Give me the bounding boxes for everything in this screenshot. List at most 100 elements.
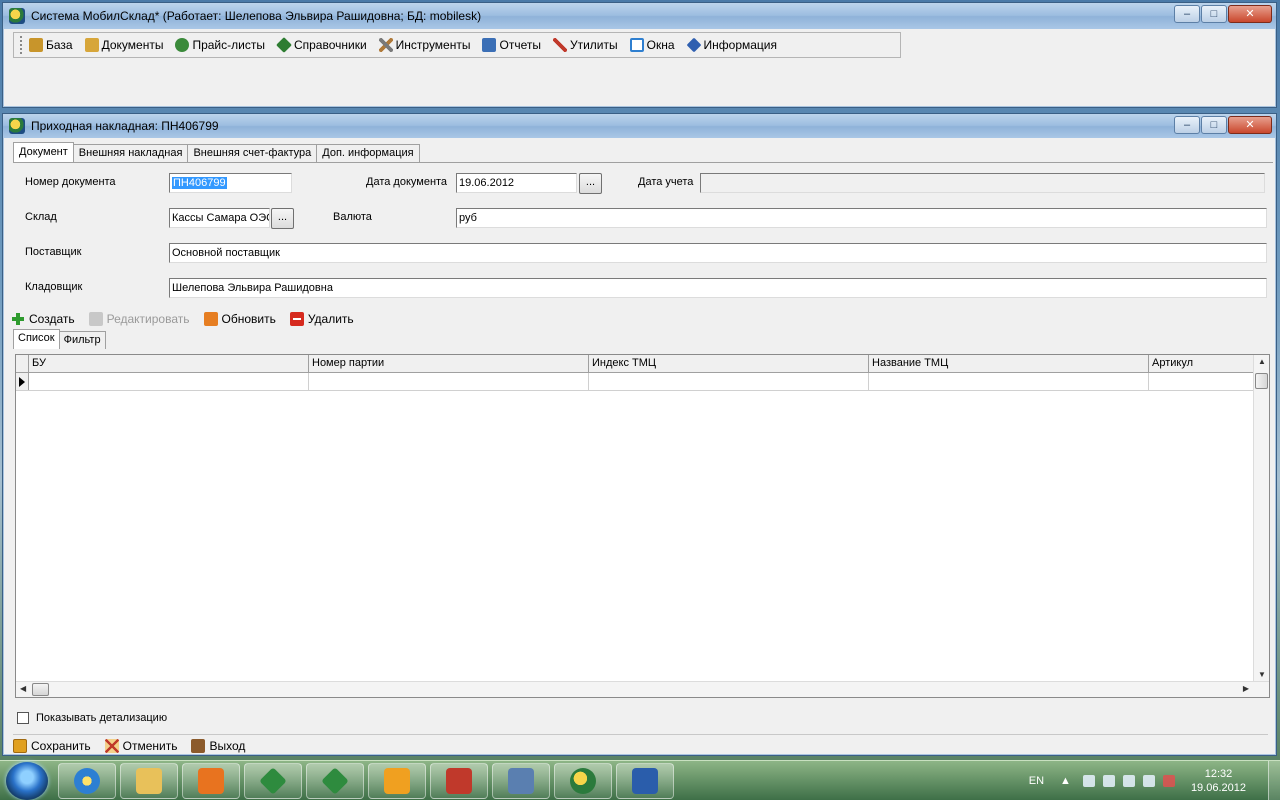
tab-external-account-invoice[interactable]: Внешняя счет-фактура <box>187 144 318 163</box>
minimize-button[interactable]: – <box>1174 116 1200 134</box>
menu-item-utilities[interactable]: Утилиты <box>552 38 618 52</box>
delete-button[interactable]: Удалить <box>289 312 354 326</box>
main-window-titlebar[interactable]: Система МобилСклад* (Работает: Шелепова … <box>3 3 1276 29</box>
doc-number-field[interactable]: ПН406799 <box>169 173 292 193</box>
supplier-label: Поставщик <box>25 246 82 258</box>
scroll-down-icon[interactable]: ▼ <box>1258 670 1266 679</box>
taskbar-app-solitaire[interactable] <box>430 762 488 799</box>
account-date-field[interactable] <box>700 173 1265 193</box>
scroll-up-icon[interactable]: ▲ <box>1258 357 1266 366</box>
menu-item-information[interactable]: Информация <box>686 37 777 53</box>
refresh-button[interactable]: Обновить <box>203 312 276 326</box>
maximize-button[interactable]: □ <box>1201 116 1227 134</box>
grid-cell[interactable] <box>869 373 1149 390</box>
close-button[interactable]: ✕ <box>1228 5 1272 23</box>
grid-cell[interactable] <box>29 373 309 390</box>
grid-col-item-name[interactable]: Название ТМЦ <box>869 355 1149 372</box>
cancel-button[interactable]: Отменить <box>104 738 177 753</box>
grid-col-article[interactable]: Артикул <box>1149 355 1269 372</box>
save-button[interactable]: Сохранить <box>13 738 91 753</box>
table-row[interactable] <box>16 373 1269 391</box>
grid-horizontal-scrollbar[interactable]: ◀ ▶ <box>16 681 1269 697</box>
grid-cell[interactable] <box>309 373 589 390</box>
minimize-button[interactable]: – <box>1174 5 1200 23</box>
tab-external-invoice[interactable]: Внешняя накладная <box>72 144 189 163</box>
currency-field[interactable]: руб <box>456 208 1267 228</box>
grid-col-bu[interactable]: БУ <box>29 355 309 372</box>
volume-icon[interactable] <box>1122 775 1135 787</box>
tab-filter[interactable]: Фильтр <box>58 331 106 349</box>
cancel-icon <box>104 738 119 753</box>
show-detail-option[interactable]: Показывать детализацию <box>17 712 167 724</box>
menu-item-reports[interactable]: Отчеты <box>482 38 541 52</box>
currency-label: Валюта <box>333 211 372 223</box>
menu-item-windows[interactable]: Окна <box>629 38 675 52</box>
menu-item-baza[interactable]: База <box>29 38 73 52</box>
show-detail-checkbox[interactable] <box>17 712 29 724</box>
network-icon[interactable] <box>1082 775 1095 787</box>
tab-document[interactable]: Документ <box>13 142 74 163</box>
menu-item-documents[interactable]: Документы <box>84 38 164 52</box>
reports-icon <box>482 38 497 52</box>
action-center-icon[interactable] <box>1162 775 1175 787</box>
scroll-left-icon[interactable]: ◀ <box>20 684 26 693</box>
display-icon[interactable] <box>1142 775 1155 787</box>
menu-label: Документы <box>101 38 164 52</box>
taskbar-app-window-2[interactable] <box>306 762 364 799</box>
tab-list[interactable]: Список <box>13 329 60 349</box>
menu-item-tools[interactable]: Инструменты <box>378 38 471 52</box>
taskbar-app-tool[interactable] <box>492 762 550 799</box>
close-button[interactable]: ✕ <box>1228 116 1272 134</box>
refresh-icon <box>203 312 218 326</box>
grid-cell[interactable] <box>589 373 869 390</box>
storekeeper-field[interactable]: Шелепова Эльвира Рашидовна <box>169 278 1267 298</box>
price-list-icon <box>175 38 190 52</box>
grid-col-batch-number[interactable]: Номер партии <box>309 355 589 372</box>
menu-item-price-lists[interactable]: Прайс-листы <box>175 38 265 52</box>
main-menubar: База Документы Прайс-листы Справочники И… <box>13 32 901 58</box>
show-desktop-button[interactable] <box>1268 761 1280 800</box>
tray-expand-icon[interactable]: ▲ <box>1060 775 1071 787</box>
taskbar-app-media-player[interactable] <box>182 762 240 799</box>
grid-vertical-scrollbar[interactable]: ▲ ▼ <box>1253 355 1269 681</box>
horizontal-scroll-thumb[interactable] <box>32 683 49 696</box>
doc-date-label: Дата документа <box>366 176 448 188</box>
invoice-window-titlebar[interactable]: Приходная накладная: ПН406799 – □ ✕ <box>3 114 1276 138</box>
outlook-icon <box>384 767 410 794</box>
doc-date-picker-button[interactable]: ... <box>579 173 602 194</box>
database-icon <box>29 38 43 52</box>
taskbar-app-window-1[interactable] <box>244 762 302 799</box>
taskbar: EN ▲ 12:32 19.06.2012 <box>0 760 1280 800</box>
taskbar-app-outlook[interactable] <box>368 762 426 799</box>
clock-time: 12:32 <box>1204 768 1233 780</box>
tools-icon <box>378 38 393 52</box>
clock[interactable]: 12:32 19.06.2012 <box>1191 767 1246 795</box>
taskbar-app-word[interactable] <box>616 762 674 799</box>
warehouse-field[interactable]: Кассы Самара ОЭС <box>169 208 270 228</box>
utilities-icon <box>552 38 567 52</box>
create-button[interactable]: Создать <box>11 312 75 326</box>
taskbar-app-explorer[interactable] <box>120 762 178 799</box>
grid-col-item-index[interactable]: Индекс ТМЦ <box>589 355 869 372</box>
exit-button[interactable]: Выход <box>191 738 245 753</box>
vertical-scroll-thumb[interactable] <box>1255 373 1268 389</box>
language-indicator[interactable]: EN <box>1029 775 1044 787</box>
supplier-field[interactable]: Основной поставщик <box>169 243 1267 263</box>
taskbar-app-ie[interactable] <box>58 762 116 799</box>
device-icon[interactable] <box>1102 775 1115 787</box>
toolbar-grip[interactable] <box>20 36 23 54</box>
menu-label: Инструменты <box>395 38 471 52</box>
menu-label: База <box>46 38 73 52</box>
doc-date-field[interactable]: 19.06.2012 <box>456 173 577 193</box>
tab-additional-info[interactable]: Доп. информация <box>316 144 420 163</box>
warehouse-select-button[interactable]: ... <box>271 208 294 229</box>
start-button[interactable] <box>6 761 48 800</box>
scroll-right-icon[interactable]: ▶ <box>1243 684 1249 693</box>
edit-button[interactable]: Редактировать <box>88 312 190 326</box>
media-player-icon <box>198 767 224 794</box>
grid-cell[interactable] <box>1149 373 1269 390</box>
taskbar-app-mobilsklad[interactable] <box>554 762 612 799</box>
maximize-button[interactable]: □ <box>1201 5 1227 23</box>
menu-item-reference-books[interactable]: Справочники <box>276 37 367 53</box>
items-grid[interactable]: БУ Номер партии Индекс ТМЦ Название ТМЦ … <box>15 354 1270 698</box>
